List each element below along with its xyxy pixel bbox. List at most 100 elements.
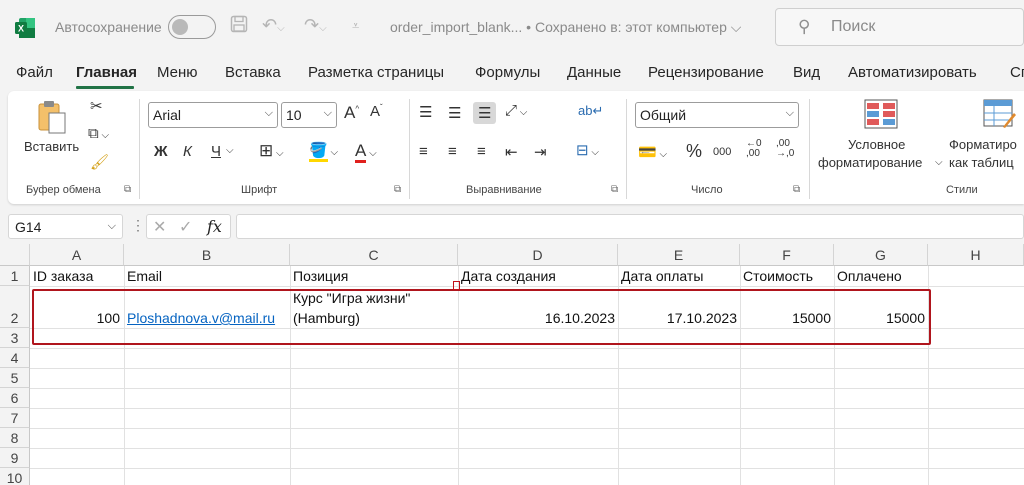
copy-icon[interactable]: ⧉ ⌵: [88, 125, 109, 142]
worksheet-grid[interactable]: A B C D E F G H 1 2 3 4 5 6 7 8 9 10 ID …: [0, 244, 1024, 485]
row-header-4[interactable]: 4: [0, 348, 30, 368]
tab-automate[interactable]: Автоматизировать: [848, 64, 977, 81]
conditional-formatting-button[interactable]: Условное форматирование ⌵: [818, 97, 948, 177]
column-header-g[interactable]: G: [834, 244, 928, 266]
enter-icon[interactable]: ✓: [179, 217, 192, 237]
tab-review[interactable]: Рецензирование: [648, 64, 764, 81]
row-header-5[interactable]: 5: [0, 368, 30, 388]
name-box[interactable]: G14 ⌵: [8, 214, 123, 239]
decrease-font-icon[interactable]: Aˇ: [370, 103, 383, 120]
cell-f1[interactable]: Стоимость: [743, 268, 813, 284]
font-size-select[interactable]: 10 ⌵: [281, 102, 337, 128]
font-launcher-icon[interactable]: ⧉: [394, 184, 401, 195]
tab-more[interactable]: Сп: [1010, 64, 1024, 81]
name-box-value: G14: [15, 219, 42, 235]
percent-icon[interactable]: %: [686, 141, 702, 162]
column-header-c[interactable]: C: [290, 244, 458, 266]
conditional-dropdown-icon: ⌵: [935, 157, 943, 168]
fill-color-icon[interactable]: 🪣 ⌵: [309, 141, 338, 162]
align-center-icon[interactable]: ≡: [448, 143, 457, 160]
autosave-toggle[interactable]: [168, 15, 216, 39]
column-header-e[interactable]: E: [618, 244, 740, 266]
paste-button[interactable]: Вставить: [22, 97, 82, 161]
tab-file[interactable]: Файл: [16, 64, 53, 81]
borders-icon[interactable]: ⊞ ⌵: [259, 141, 284, 161]
align-left-icon[interactable]: ≡: [419, 143, 428, 160]
cell-c1[interactable]: Позиция: [293, 268, 348, 284]
column-header-h[interactable]: H: [928, 244, 1024, 266]
comma-style-icon[interactable]: 000: [713, 146, 731, 158]
number-format-value: Общий: [640, 107, 687, 123]
tab-page-layout[interactable]: Разметка страницы: [308, 64, 444, 81]
column-header-d[interactable]: D: [458, 244, 618, 266]
formula-input[interactable]: [236, 214, 1024, 239]
active-tab-indicator: [76, 86, 134, 89]
search-box[interactable]: ⚲ Поиск: [775, 8, 1024, 46]
row-header-2[interactable]: 2: [0, 286, 30, 328]
align-right-icon[interactable]: ≡: [477, 143, 486, 160]
row-header-10[interactable]: 10: [0, 468, 30, 485]
italic-button[interactable]: К: [183, 143, 192, 160]
clipboard-launcher-icon[interactable]: ⧉: [124, 184, 131, 195]
cut-icon[interactable]: ✂: [90, 97, 103, 115]
decrease-indent-icon[interactable]: ⇤: [505, 143, 518, 161]
bold-button[interactable]: Ж: [154, 143, 168, 160]
column-header-b[interactable]: B: [124, 244, 290, 266]
format-as-table-line2: как таблиц: [949, 155, 1014, 170]
tab-formulas[interactable]: Формулы: [475, 64, 540, 81]
select-all-corner[interactable]: [0, 244, 30, 266]
cell-g1[interactable]: Оплачено: [837, 268, 902, 284]
redo-icon[interactable]: ↷⌵: [304, 15, 327, 36]
styles-group-label: Стили: [946, 184, 978, 196]
align-top-icon[interactable]: ☰: [419, 103, 432, 121]
conditional-formatting-line2: форматирование: [818, 155, 923, 170]
row-header-8[interactable]: 8: [0, 428, 30, 448]
align-middle-icon[interactable]: ☰: [448, 104, 461, 122]
cancel-icon[interactable]: ✕: [153, 217, 166, 237]
insert-function-icon[interactable]: fx: [207, 217, 222, 236]
increase-font-icon[interactable]: A^: [344, 103, 359, 123]
format-painter-icon[interactable]: 🖌: [90, 153, 109, 171]
underline-button[interactable]: Ч: [211, 143, 221, 160]
search-icon: ⚲: [798, 17, 811, 36]
tab-menu[interactable]: Меню: [157, 64, 198, 81]
row-header-3[interactable]: 3: [0, 328, 30, 348]
row-header-9[interactable]: 9: [0, 448, 30, 468]
decrease-decimal-icon[interactable]: ,00 →,0: [776, 139, 794, 159]
alignment-group-label: Выравнивание: [466, 184, 542, 196]
orientation-icon[interactable]: ⤢ ⌵: [505, 102, 527, 119]
format-as-table-button[interactable]: Форматиро как таблиц: [943, 97, 1024, 177]
tab-view[interactable]: Вид: [793, 64, 820, 81]
font-color-icon[interactable]: A ⌵: [355, 141, 377, 163]
save-icon[interactable]: [230, 15, 248, 38]
tab-data[interactable]: Данные: [567, 64, 621, 81]
increase-indent-icon[interactable]: ⇥: [534, 143, 547, 161]
document-filename[interactable]: order_import_blank... • Сохранено в: это…: [390, 19, 741, 36]
tab-home[interactable]: Главная: [76, 64, 137, 81]
underline-dropdown-icon[interactable]: ⌵: [226, 145, 234, 156]
row-header-7[interactable]: 7: [0, 408, 30, 428]
cell-d1[interactable]: Дата создания: [461, 268, 556, 284]
number-format-select[interactable]: Общий ⌵: [635, 102, 799, 128]
highlight-box: [32, 289, 931, 345]
increase-decimal-icon[interactable]: ←0,00: [746, 139, 762, 159]
alignment-launcher-icon[interactable]: ⧉: [611, 184, 618, 195]
cell-e1[interactable]: Дата оплаты: [621, 268, 703, 284]
row-header-6[interactable]: 6: [0, 388, 30, 408]
row-header-1[interactable]: 1: [0, 266, 30, 286]
column-header-a[interactable]: A: [30, 244, 124, 266]
cell-b1[interactable]: Email: [127, 268, 162, 284]
column-header-f[interactable]: F: [740, 244, 834, 266]
cell-a1[interactable]: ID заказа: [33, 268, 93, 284]
wrap-text-icon[interactable]: ab↵: [578, 103, 603, 119]
conditional-formatting-icon: [864, 99, 898, 129]
font-group-label: Шрифт: [241, 184, 278, 196]
align-bottom-icon[interactable]: ☰: [473, 102, 497, 124]
accounting-format-icon[interactable]: 💳 ⌵: [638, 143, 667, 161]
merge-cells-icon[interactable]: ⊟ ⌵: [576, 141, 599, 159]
customize-toolbar-icon[interactable]: ⩡: [352, 18, 359, 34]
number-launcher-icon[interactable]: ⧉: [793, 184, 800, 195]
tab-insert[interactable]: Вставка: [225, 64, 281, 81]
undo-icon[interactable]: ↶⌵: [262, 15, 285, 36]
font-name-select[interactable]: Arial ⌵: [148, 102, 278, 128]
